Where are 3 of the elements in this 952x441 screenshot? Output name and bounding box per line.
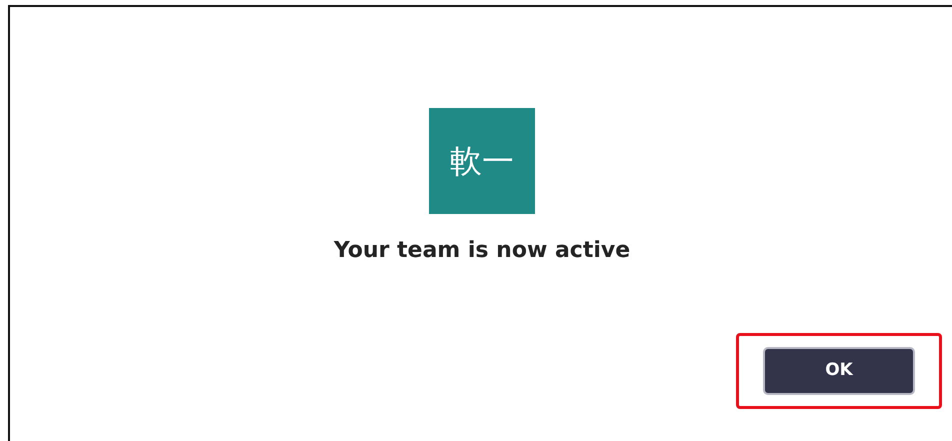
dialog-title: Your team is now active <box>334 237 630 265</box>
team-avatar: 軟一 <box>429 108 535 214</box>
ok-button[interactable]: OK <box>763 347 915 395</box>
